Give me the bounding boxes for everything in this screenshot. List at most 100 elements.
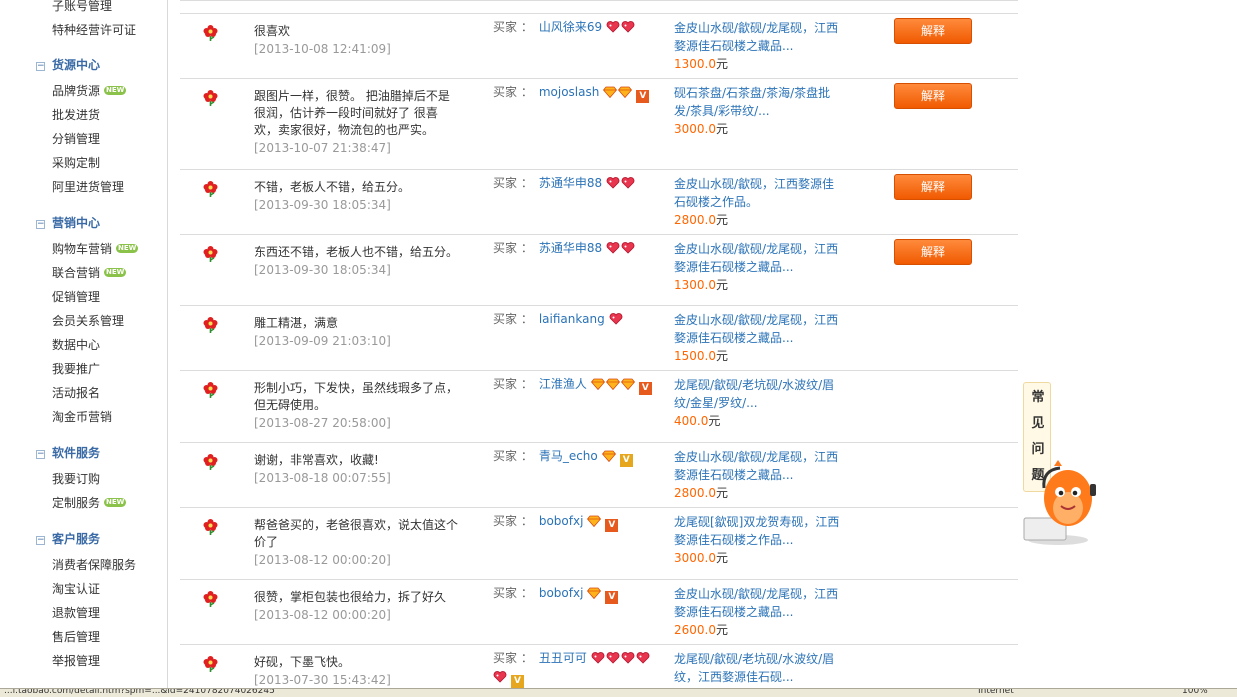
sidebar-item[interactable]: 我要推广 [52,360,100,378]
sidebar-item[interactable]: 活动报名 [52,384,100,402]
price-unit: 元 [716,486,729,500]
heart-credit-icon [621,652,635,669]
sidebar-item[interactable]: 子账号管理 [52,0,112,15]
item-title-link[interactable]: 龙尾砚/歙砚/老坑砚/水波纹/眉纹，江西婺源佳石砚... [674,650,844,686]
item-title-link[interactable]: 金皮山水砚/歙砚/龙尾砚，江西婺源佳石砚楼之藏品... [674,240,844,276]
buyer-name-link[interactable]: bobofxj [539,586,584,600]
sidebar-item[interactable]: 举报管理 [52,652,100,670]
sidebar-item[interactable]: 数据中心 [52,336,100,354]
status-zoom[interactable]: 100% [1182,689,1208,696]
sidebar-item[interactable]: 特种经营许可证 [52,21,136,39]
item-title-link[interactable]: 金皮山水砚/歙砚/龙尾砚，江西婺源佳石砚楼之藏品... [674,311,844,347]
sidebar-item[interactable]: 批发进货 [52,106,100,124]
price-unit: 元 [716,551,729,565]
item-title-link[interactable]: 龙尾砚/歙砚/老坑砚/水波纹/眉纹/金星/罗纹/... [674,376,844,412]
buyer-name-link[interactable]: 山风徐来69 [539,20,602,34]
buyer-info: 买家 ： 苏通华申88 [493,240,653,259]
item-title-link[interactable]: 龙尾砚[歙砚]双龙贺寿砚，江西婺源佳石砚楼之作品... [674,513,844,549]
item-info: 金皮山水砚/歙砚/龙尾砚，江西婺源佳石砚楼之藏品... 1300.0元 [674,19,844,73]
buyer-name-link[interactable]: laifiankang [539,312,605,326]
heart-credit-icon [606,652,620,669]
left-sidebar: 子账号管理特种经营许可证 − 货源中心品牌货源 NEW 批发进货分销管理采购定制阿里进货… [0,0,168,688]
comment-date: [2013-08-18 00:07:55] [254,471,391,485]
sidebar-item-label: 分销管理 [52,132,101,146]
heart-credit-icon [621,242,635,259]
item-title-link[interactable]: 金皮山水砚/歙砚/龙尾砚，江西婺源佳石砚楼之藏品... [674,585,844,621]
explain-button[interactable]: 解释 [894,83,972,109]
sidebar-item[interactable]: 采购定制 [52,154,100,172]
new-badge: NEW [104,268,127,277]
heart-credit-icon [606,242,620,259]
item-title-link[interactable]: 金皮山水砚/歙砚/龙尾砚，江西婺源佳石砚楼之藏品... [674,19,844,55]
buyer-name-link[interactable]: 苏通华申88 [539,241,602,255]
comment-text: 好砚，下墨飞快。 [254,655,351,669]
collapse-toggle-icon[interactable]: − [36,450,45,459]
price-unit: 元 [716,623,729,637]
buyer-info: 买家 ： bobofxj V [493,513,653,532]
heart-credit-icon [609,313,623,330]
collapse-toggle-icon[interactable]: − [36,536,45,545]
comment-date: [2013-10-07 21:38:47] [254,141,391,155]
status-url: ...i.taobao.com/detail.htm?spm=...&id=24… [4,688,275,696]
comment-text: 跟图片一样，很赞。 把油腊掉后不是很润，估计养一段时间就好了 很喜欢，卖家很好，… [254,89,450,137]
mascot-icon[interactable] [1018,458,1098,548]
buyer-name-link[interactable]: 江淮渔人 [539,377,587,391]
item-title-link[interactable]: 砚石茶盘/石茶盘/茶海/茶盘批发/茶具/彩带纹/... [674,84,844,120]
comment-date: [2013-08-27 20:58:00] [254,416,391,430]
review-comment: 跟图片一样，很赞。 把油腊掉后不是很润，估计养一段时间就好了 很喜欢，卖家很好，… [254,88,459,157]
sidebar-section-title[interactable]: − 营销中心 [36,214,100,232]
review-comment: 很喜欢 [2013-10-08 12:41:09] [254,23,459,58]
sidebar-item[interactable]: 消费者保障服务 [52,556,136,574]
buyer-name-link[interactable]: 青马_echo [539,449,598,463]
explain-button[interactable]: 解释 [894,174,972,200]
item-price: 1300.0 [674,57,716,71]
verified-tag-icon: V [619,454,633,467]
collapse-toggle-icon[interactable]: − [36,220,45,229]
explain-button[interactable]: 解释 [894,18,972,44]
sidebar-item[interactable]: 购物车营销 NEW [52,240,139,258]
diamond-credit-icon [587,515,602,532]
buyer-label: 买家 ： [493,241,533,255]
sidebar-item[interactable]: 会员关系管理 [52,312,124,330]
sidebar-item[interactable]: 品牌货源 NEW [52,82,127,100]
item-title-link[interactable]: 金皮山水砚/歙砚/龙尾砚，江西婺源佳石砚楼之藏品... [674,448,844,484]
item-info: 砚石茶盘/石茶盘/茶海/茶盘批发/茶具/彩带纹/... 3000.0元 [674,84,844,138]
collapse-toggle-icon[interactable]: − [36,62,45,71]
item-price: 2600.0 [674,623,716,637]
diamond-credit-icon [601,450,616,467]
buyer-name-link[interactable]: 苏通华申88 [539,176,602,190]
item-title-link[interactable]: 金皮山水砚/歙砚，江西婺源佳石砚楼之作品。 [674,175,844,211]
review-comment: 东西还不错，老板人也不错，给五分。 [2013-09-30 18:05:34] [254,244,459,279]
sidebar-item[interactable]: 淘宝认证 [52,580,100,598]
sidebar-item[interactable]: 退款管理 [52,604,100,622]
item-price: 2800.0 [674,213,716,227]
sidebar-item[interactable]: 分销管理 [52,130,100,148]
browser-status-bar: ...i.taobao.com/detail.htm?spm=...&id=24… [0,688,1237,697]
buyer-label: 买家 ： [493,312,533,326]
buyer-label: 买家 ： [493,20,533,34]
sidebar-item[interactable]: 定制服务 NEW [52,494,127,512]
sidebar-item[interactable]: 售后管理 [52,628,100,646]
review-comment: 形制小巧，下发快，虽然线瑕多了点，但无碍使用。 [2013-08-27 20:58… [254,380,459,432]
sidebar-item[interactable]: 促销管理 [52,288,100,306]
buyer-name-link[interactable]: mojoslash [539,85,600,99]
item-info: 龙尾砚[歙砚]双龙贺寿砚，江西婺源佳石砚楼之作品... 3000.0元 [674,513,844,567]
buyer-name-link[interactable]: 丑丑可可 [539,651,587,665]
buyer-info: 买家 ： laifiankang [493,311,653,330]
sidebar-item-label: 我要订购 [52,472,101,486]
sidebar-item[interactable]: 阿里进货管理 [52,178,124,196]
sidebar-section-title[interactable]: − 客户服务 [36,530,100,548]
buyer-label: 买家 ： [493,377,533,391]
sidebar-item[interactable]: 淘金币营销 [52,408,112,426]
item-info: 金皮山水砚/歙砚/龙尾砚，江西婺源佳石砚楼之藏品... 2800.0元 [674,448,844,502]
explain-button[interactable]: 解释 [894,239,972,265]
heart-credit-icon [591,652,605,669]
buyer-info: 买家 ： 苏通华申88 [493,175,653,194]
sidebar-item-label: 会员关系管理 [52,314,125,328]
sidebar-section-title[interactable]: − 软件服务 [36,444,100,462]
red-flower-icon [202,245,219,262]
sidebar-section-title[interactable]: − 货源中心 [36,56,100,74]
buyer-name-link[interactable]: bobofxj [539,514,584,528]
sidebar-item[interactable]: 我要订购 [52,470,100,488]
sidebar-item[interactable]: 联合营销 NEW [52,264,127,282]
